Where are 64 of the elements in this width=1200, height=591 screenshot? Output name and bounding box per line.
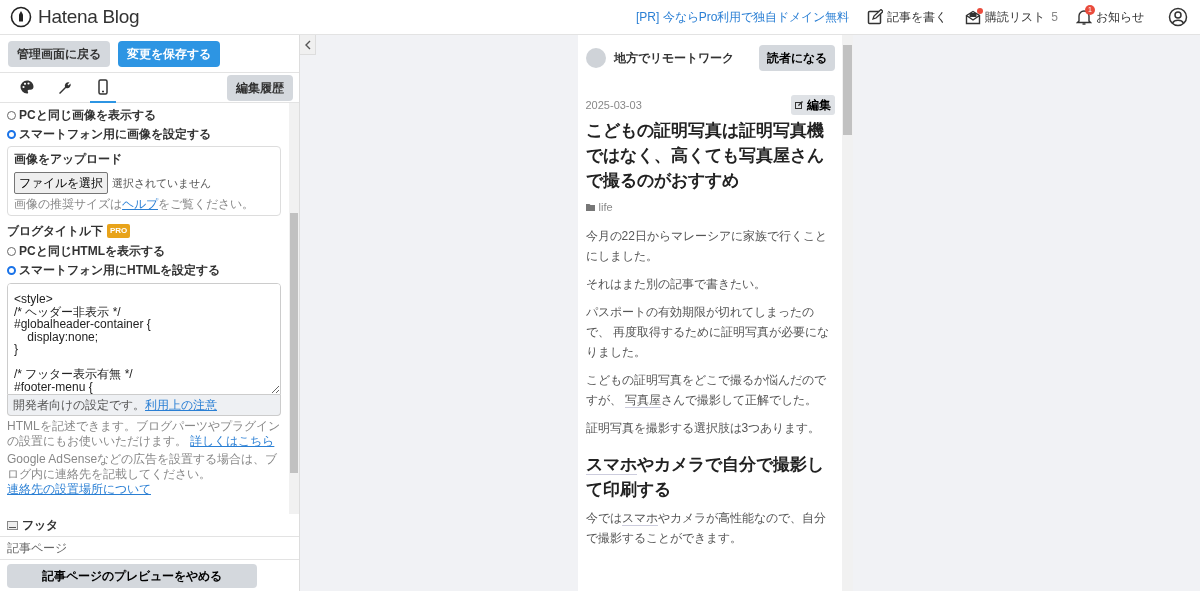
radio-label: PCと同じHTMLを表示する [19, 243, 165, 260]
keyword-link[interactable]: 写真屋 [624, 392, 661, 408]
help-link[interactable]: ヘルプ [122, 197, 158, 211]
blog-name[interactable]: 地方でリモートワーク [613, 49, 734, 67]
upload-label: 画像をアップロード [14, 151, 123, 168]
nav-link[interactable]: 購読リスト [985, 8, 1046, 26]
collapse-button[interactable] [299, 35, 316, 55]
radio-label: スマートフォン用にHTMLを設定する [19, 262, 221, 279]
user-icon [1168, 7, 1188, 27]
keyword-link[interactable]: スマホ [585, 454, 637, 475]
nav-link[interactable]: お知らせ [1096, 8, 1144, 26]
scrollbar[interactable] [289, 103, 299, 514]
subscribe-button[interactable]: 読者になる [758, 45, 835, 71]
radio-button[interactable] [7, 129, 16, 139]
paragraph: パスポートの有効期限が切れてしまったので、 再度取得するために証明写真が必要になりました。 [585, 303, 830, 361]
stop-preview-button[interactable]: 記事ページのプレビューをやめる [7, 564, 257, 588]
usage-link[interactable]: 利用上の注意 [145, 398, 217, 412]
reading-count: 5 [1051, 9, 1058, 26]
adsense-text: Google AdSenseなどの広告を設置する場合は、ブログ内に連絡先を記載してください。 連絡先の設置場所について [7, 452, 279, 497]
pr-link[interactable]: [PR] 今ならPro利用で独自ドメイン無料 [635, 8, 850, 26]
edit-button[interactable]: 編集 [790, 95, 835, 115]
post-date: 2025-03-03 [585, 97, 642, 113]
edit-icon [794, 101, 803, 109]
file-status: 選択されていません [112, 175, 211, 191]
history-button[interactable]: 編集履歴 [227, 74, 293, 101]
category-link[interactable]: life [598, 199, 613, 216]
back-button[interactable]: 管理画面に戻る [8, 41, 110, 67]
keyword-link[interactable]: スマホ [621, 510, 658, 526]
smartphone-icon [95, 78, 111, 95]
section-heading[interactable]: 記事ページ [0, 536, 299, 560]
post-title: こどもの証明写真は証明写真機ではなく、高くても写真屋さんで撮るのがおすすめ [585, 120, 825, 192]
details-link[interactable]: 詳しくはこちら [190, 434, 275, 448]
radio-label: PCと同じ画像を表示する [19, 107, 156, 124]
file-select-button[interactable]: ファイルを選択 [14, 172, 108, 194]
chevron-left-icon [303, 39, 312, 50]
avatar [585, 48, 606, 68]
bell-icon [1076, 8, 1092, 26]
section-title: ブログタイトル下 [7, 223, 103, 240]
palette-icon [19, 78, 35, 95]
contact-link[interactable]: 連絡先の設置場所について [7, 482, 151, 496]
panel-icon [7, 520, 18, 530]
scrollbar-thumb[interactable] [290, 213, 298, 473]
scrollbar-thumb[interactable] [842, 45, 852, 135]
pen-logo-icon [10, 6, 32, 28]
code-editor[interactable]: <style> /* ヘッダー非表示 */ #globalheader-container { display:none; } /* フッター表示有無 */ #footer-menu { [7, 283, 281, 395]
upload-hint: 画像の推奨サイズはヘルプをご覧ください。 [14, 197, 255, 212]
developer-note: 開発者向けの設定です。利用上の注意 [7, 395, 281, 416]
scrollbar[interactable] [841, 35, 853, 591]
logo-text: Hatena Blog [38, 4, 140, 29]
paragraph: こどもの証明写真をどこで撮るか悩んだのですが、 写真屋さんで撮影して正解でした。 [585, 371, 827, 410]
section-heading[interactable]: フッタ [22, 516, 58, 534]
envelope-icon [965, 9, 982, 25]
radio-label: スマートフォン用に画像を設定する [19, 126, 211, 143]
radio-button[interactable] [7, 265, 16, 275]
folder-icon [585, 203, 595, 211]
paragraph: 証明写真を撮影する選択肢は3つあります。 [585, 419, 822, 437]
paragraph: 今月の22日からマレーシアに家族で行くことにしました。 [585, 227, 828, 265]
nav-link[interactable]: 記事を書く [887, 8, 948, 26]
pro-badge: PRO [107, 224, 131, 238]
edit-icon [867, 9, 884, 25]
paragraph: 今ではスマホやカメラが高性能なので、自分で撮影することができます。 [585, 509, 827, 547]
html-help-text: HTMLを記述できます。ブログパーツやプラグインの設置にもお使いいただけます。 詳しくはこちら [7, 419, 281, 449]
paragraph: それはまた別の記事で書きたい。 [585, 275, 767, 293]
section-heading: スマホやカメラで自分で撮影して印刷する [585, 453, 825, 501]
